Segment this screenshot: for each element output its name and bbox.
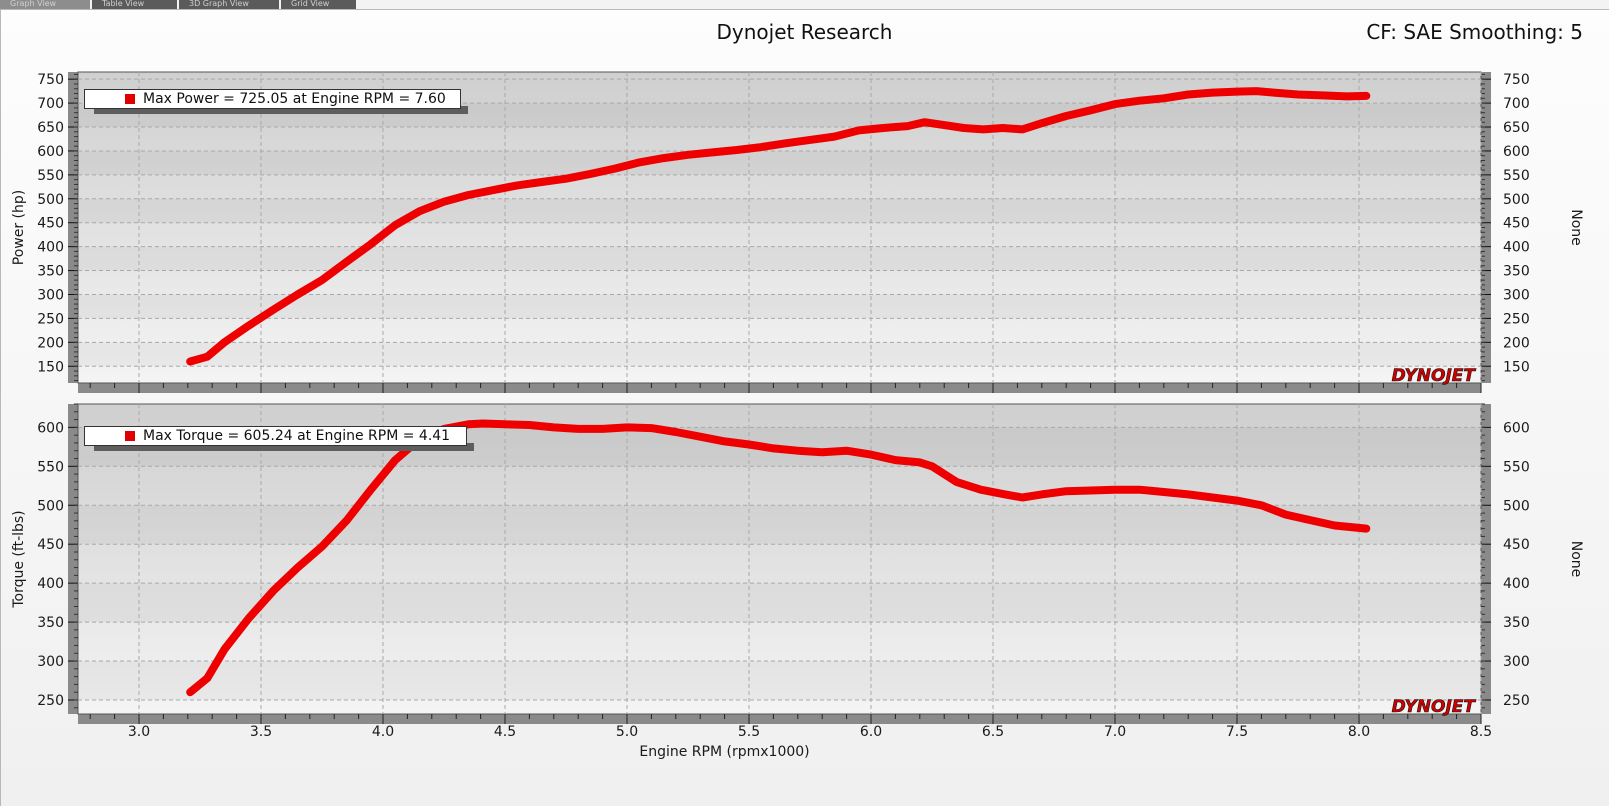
x-tick-label: 6.5	[982, 724, 1004, 740]
power-grid-band	[78, 198, 1481, 223]
power-dynojet-logo: DYNOJET	[1392, 366, 1477, 386]
x-tick-label: 3.0	[128, 724, 150, 740]
torque-y2-tick-label: 350	[1503, 615, 1530, 631]
torque-y2-tick-label: 450	[1503, 537, 1530, 553]
power-legend: Max Power = 725.05 at Engine RPM = 7.60	[84, 89, 461, 109]
x-tick-label: 7.0	[1104, 724, 1126, 740]
torque-y-tick-label: 550	[37, 459, 64, 475]
torque-y-tick-label: 450	[37, 537, 64, 553]
torque-y2-axis-title: None	[1568, 541, 1584, 578]
power-y-tick-label: 750	[37, 72, 64, 88]
power-bottom-axis-strip	[78, 383, 1481, 393]
power-grid-band	[78, 246, 1481, 271]
power-y2-tick-label: 300	[1503, 287, 1530, 303]
power-y2-tick-label: 700	[1503, 96, 1530, 112]
torque-y2-tick-label: 250	[1503, 693, 1530, 709]
torque-legend: Max Torque = 605.24 at Engine RPM = 4.41	[84, 426, 467, 446]
power-y2-tick-label: 200	[1503, 335, 1530, 351]
power-y-tick-label: 200	[37, 335, 64, 351]
x-tick-label: 5.5	[738, 724, 760, 740]
torque-y2-tick-label: 600	[1503, 420, 1530, 436]
torque-y2-tick-label: 300	[1503, 654, 1530, 670]
power-y-tick-label: 700	[37, 96, 64, 112]
power-y-tick-label: 500	[37, 192, 64, 208]
torque-y2-tick-label: 550	[1503, 459, 1530, 475]
power-y2-tick-label: 550	[1503, 168, 1530, 184]
power-y2-tick-label: 500	[1503, 192, 1530, 208]
power-y2-tick-label: 250	[1503, 311, 1530, 327]
torque-y2-tick-label: 500	[1503, 498, 1530, 514]
power-y-tick-label: 550	[37, 168, 64, 184]
x-tick-label: 8.0	[1348, 724, 1370, 740]
x-tick-label: 5.0	[616, 724, 638, 740]
x-tick-label: 4.0	[372, 724, 394, 740]
torque-grid-band	[78, 583, 1481, 623]
x-tick-label: 8.5	[1470, 724, 1492, 740]
dyno-chart: 150 150 200 200 250 250 300 300 350 350 400 400 450 4…	[11, 71, 1584, 760]
torque-y-tick-label: 350	[37, 615, 64, 631]
x-tick-label: 3.5	[250, 724, 272, 740]
power-y2-tick-label: 400	[1503, 240, 1530, 256]
torque-bottom-axis-strip	[78, 714, 1481, 724]
x-tick-label: 6.0	[860, 724, 882, 740]
power-y2-tick-label: 750	[1503, 72, 1530, 88]
torque-dynojet-logo: DYNOJET	[1392, 697, 1477, 717]
power-y-tick-label: 400	[37, 240, 64, 256]
torque-legend-swatch	[125, 431, 135, 441]
torque-y-tick-label: 500	[37, 498, 64, 514]
torque-y-tick-label: 400	[37, 576, 64, 592]
torque-y-tick-label: 250	[37, 693, 64, 709]
power-y-tick-label: 650	[37, 120, 64, 136]
power-y-tick-label: 450	[37, 216, 64, 232]
power-y2-tick-label: 600	[1503, 144, 1530, 160]
torque-y-tick-label: 300	[37, 654, 64, 670]
power-grid-band	[78, 150, 1481, 175]
power-y2-tick-label: 150	[1503, 359, 1530, 375]
power-legend-text: Max Power = 725.05 at Engine RPM = 7.60	[143, 91, 446, 107]
torque-legend-text: Max Torque = 605.24 at Engine RPM = 4.41	[143, 428, 451, 444]
torque-y-axis-title: Torque (ft-lbs)	[11, 510, 27, 608]
power-y2-axis-title: None	[1568, 209, 1584, 246]
power-y-tick-label: 300	[37, 287, 64, 303]
power-y-tick-label: 600	[37, 144, 64, 160]
power-y2-tick-label: 450	[1503, 216, 1530, 232]
power-y2-tick-label: 350	[1503, 264, 1530, 280]
power-y-tick-label: 150	[37, 359, 64, 375]
power-y-axis-title: Power (hp)	[11, 190, 27, 265]
power-y2-tick-label: 650	[1503, 120, 1530, 136]
torque-grid-band	[78, 661, 1481, 700]
power-legend-swatch	[125, 94, 135, 104]
torque-y-tick-label: 600	[37, 420, 64, 436]
torque-y2-tick-label: 400	[1503, 576, 1530, 592]
x-tick-label: 4.5	[494, 724, 516, 740]
power-y-tick-label: 350	[37, 264, 64, 280]
power-y-tick-label: 250	[37, 311, 64, 327]
x-axis-title: Engine RPM (rpmx1000)	[639, 744, 809, 760]
power-grid-band	[78, 342, 1481, 367]
x-tick-label: 7.5	[1226, 724, 1248, 740]
